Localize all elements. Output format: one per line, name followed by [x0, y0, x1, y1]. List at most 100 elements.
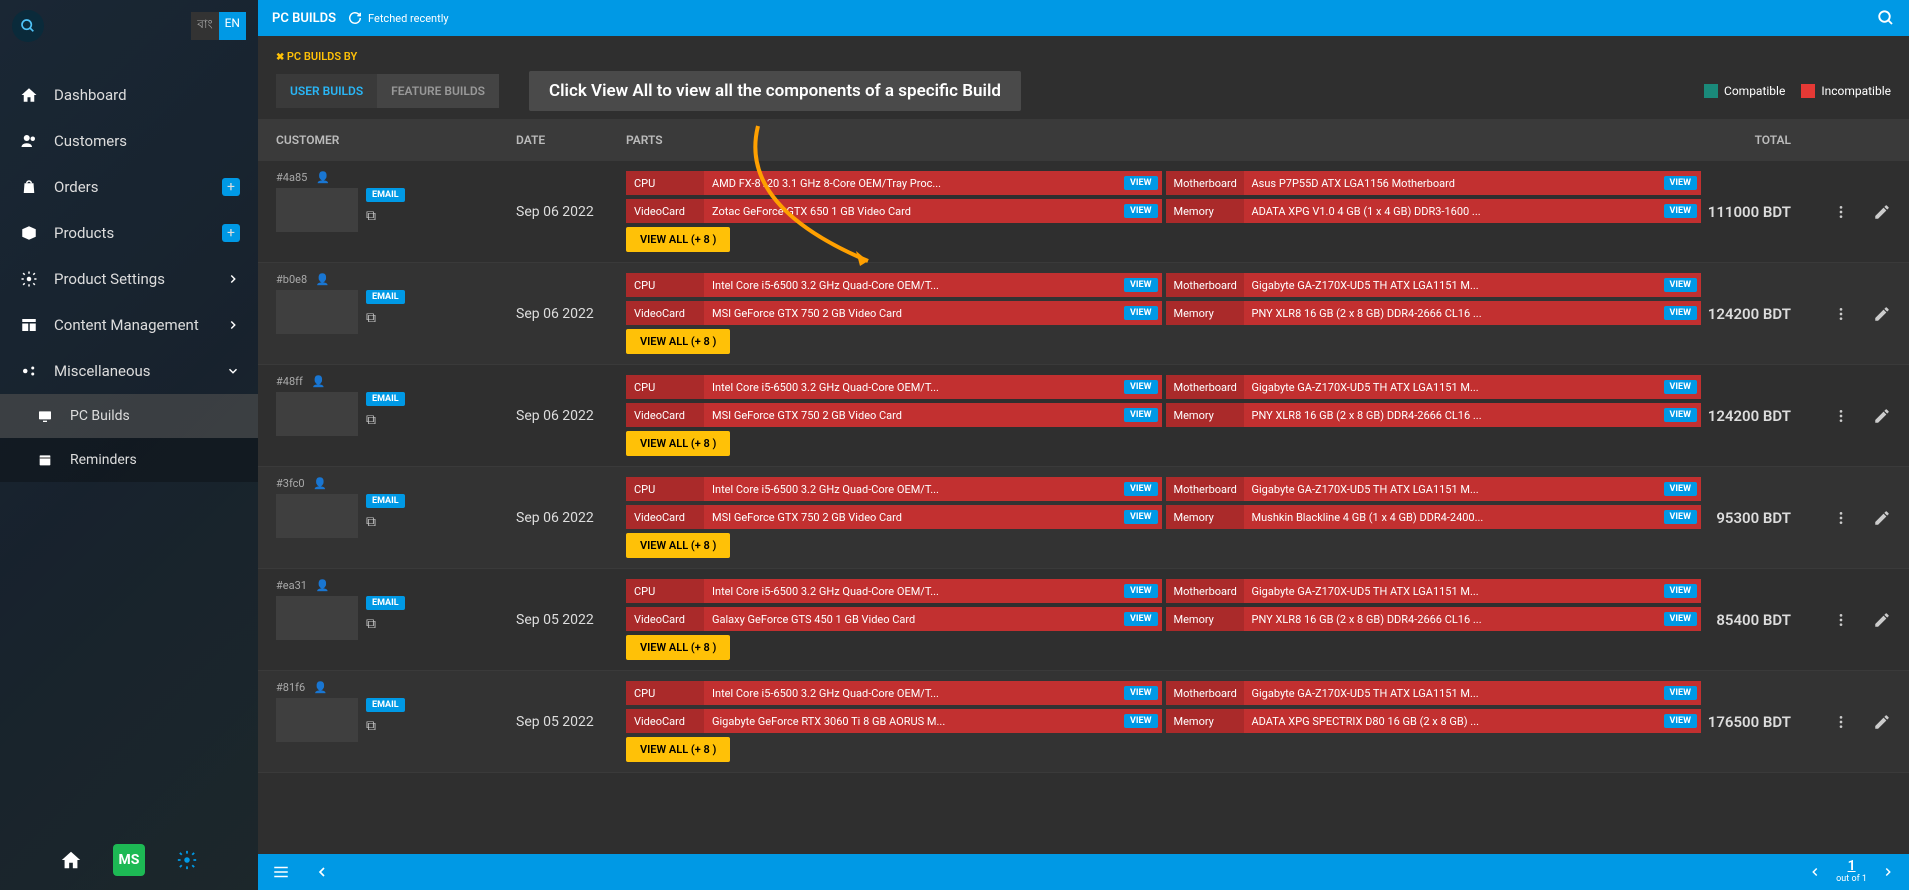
nav-miscellaneous[interactable]: Miscellaneous [0, 348, 258, 394]
part-chip: VideoCard MSI GeForce GTX 750 2 GB Video… [626, 403, 1162, 427]
part-view-button[interactable]: VIEW [1664, 278, 1697, 292]
edit-button[interactable] [1873, 305, 1891, 323]
email-badge[interactable]: EMAIL [366, 494, 405, 508]
misc-icon [18, 362, 40, 380]
copy-icon[interactable]: ⧉ [366, 718, 376, 734]
view-all-button[interactable]: VIEW ALL (+ 8 ) [626, 737, 730, 762]
part-view-button[interactable]: VIEW [1664, 714, 1697, 728]
part-type-label: Memory [1166, 505, 1244, 529]
more-button[interactable] [1833, 510, 1849, 526]
part-view-button[interactable]: VIEW [1664, 510, 1697, 524]
part-view-button[interactable]: VIEW [1124, 278, 1157, 292]
nav-customers[interactable]: Customers [0, 118, 258, 164]
add-product-button[interactable]: + [222, 224, 240, 242]
part-name-label: Galaxy GeForce GTS 450 1 GB Video Card [704, 613, 1124, 626]
refresh-button[interactable]: Fetched recently [348, 11, 449, 25]
part-name-label: Intel Core i5-6500 3.2 GHz Quad-Core OEM… [704, 585, 1124, 598]
edit-button[interactable] [1873, 611, 1891, 629]
copy-icon[interactable]: ⧉ [366, 412, 376, 428]
more-button[interactable] [1833, 408, 1849, 424]
part-view-button[interactable]: VIEW [1124, 510, 1157, 524]
copy-icon[interactable]: ⧉ [366, 616, 376, 632]
customer-id: #3fc0 👤 [276, 477, 516, 490]
view-all-button[interactable]: VIEW ALL (+ 8 ) [626, 227, 730, 252]
user-icon: 👤 [311, 477, 327, 490]
more-button[interactable] [1833, 204, 1849, 220]
edit-button[interactable] [1873, 407, 1891, 425]
part-view-button[interactable]: VIEW [1664, 408, 1697, 422]
menu-button[interactable] [272, 863, 290, 881]
tab-feature-builds[interactable]: FEATURE BUILDS [377, 74, 499, 108]
edit-button[interactable] [1873, 713, 1891, 731]
part-view-button[interactable]: VIEW [1664, 306, 1697, 320]
part-name-label: PNY XLR8 16 GB (2 x 8 GB) DDR4-2666 CL16… [1244, 307, 1664, 320]
part-view-button[interactable]: VIEW [1124, 584, 1157, 598]
top-search-button[interactable] [1877, 9, 1895, 27]
total-cell: 124200 BDT [1701, 375, 1791, 456]
nav-products[interactable]: Products + [0, 210, 258, 256]
nav-reminders[interactable]: Reminders [0, 438, 258, 482]
chevron-down-icon [226, 364, 240, 378]
part-view-button[interactable]: VIEW [1664, 584, 1697, 598]
settings-button[interactable] [173, 846, 201, 874]
more-button[interactable] [1833, 306, 1849, 322]
view-all-button[interactable]: VIEW ALL (+ 8 ) [626, 329, 730, 354]
view-all-button[interactable]: VIEW ALL (+ 8 ) [626, 533, 730, 558]
part-type-label: Motherboard [1166, 273, 1244, 297]
nav-pc-builds[interactable]: PC Builds [0, 394, 258, 438]
part-view-button[interactable]: VIEW [1664, 204, 1697, 218]
more-button[interactable] [1833, 612, 1849, 628]
copy-icon[interactable]: ⧉ [366, 514, 376, 530]
email-badge[interactable]: EMAIL [366, 698, 405, 712]
part-view-button[interactable]: VIEW [1124, 686, 1157, 700]
part-view-button[interactable]: VIEW [1664, 612, 1697, 626]
email-badge[interactable]: EMAIL [366, 290, 405, 304]
copy-icon[interactable]: ⧉ [366, 208, 376, 224]
edit-button[interactable] [1873, 203, 1891, 221]
home-button[interactable] [57, 846, 85, 874]
part-view-button[interactable]: VIEW [1124, 408, 1157, 422]
part-view-button[interactable]: VIEW [1124, 380, 1157, 394]
legend-incompatible-label: Incompatible [1821, 84, 1891, 98]
part-view-button[interactable]: VIEW [1664, 176, 1697, 190]
part-view-button[interactable]: VIEW [1124, 176, 1157, 190]
part-view-button[interactable]: VIEW [1664, 482, 1697, 496]
copy-icon[interactable]: ⧉ [366, 310, 376, 326]
user-icon: 👤 [309, 375, 325, 388]
nav-product-settings[interactable]: Product Settings [0, 256, 258, 302]
user-icon: 👤 [313, 273, 329, 286]
page-prev-button[interactable] [1808, 865, 1822, 879]
sidebar-search-button[interactable] [12, 10, 44, 42]
part-name-label: AMD FX-8120 3.1 GHz 8-Core OEM/Tray Proc… [704, 177, 1124, 190]
edit-button[interactable] [1873, 509, 1891, 527]
lang-en-button[interactable]: EN [219, 12, 246, 40]
email-badge[interactable]: EMAIL [366, 392, 405, 406]
lang-bn-button[interactable]: বাং [191, 12, 218, 40]
page-next-button[interactable] [1881, 865, 1895, 879]
more-button[interactable] [1833, 714, 1849, 730]
part-view-button[interactable]: VIEW [1124, 714, 1157, 728]
nav-content-management[interactable]: Content Management [0, 302, 258, 348]
part-view-button[interactable]: VIEW [1124, 204, 1157, 218]
email-badge[interactable]: EMAIL [366, 188, 405, 202]
back-button[interactable] [314, 864, 330, 880]
view-all-button[interactable]: VIEW ALL (+ 8 ) [626, 431, 730, 456]
nav-orders[interactable]: Orders + [0, 164, 258, 210]
add-order-button[interactable]: + [222, 178, 240, 196]
brand-logo[interactable]: MS [113, 844, 145, 876]
part-view-button[interactable]: VIEW [1124, 306, 1157, 320]
email-badge[interactable]: EMAIL [366, 596, 405, 610]
total-cell: 85400 BDT [1701, 579, 1791, 660]
nav-label: Reminders [70, 452, 137, 468]
nav-dashboard[interactable]: Dashboard [0, 72, 258, 118]
part-view-button[interactable]: VIEW [1664, 686, 1697, 700]
customer-avatar [276, 596, 358, 640]
part-view-button[interactable]: VIEW [1664, 380, 1697, 394]
part-view-button[interactable]: VIEW [1124, 482, 1157, 496]
total-cell: 111000 BDT [1701, 171, 1791, 252]
box-icon [18, 224, 40, 242]
breadcrumb[interactable]: PC BUILDS BY [276, 50, 1891, 63]
tab-user-builds[interactable]: USER BUILDS [276, 74, 377, 108]
part-view-button[interactable]: VIEW [1124, 612, 1157, 626]
view-all-button[interactable]: VIEW ALL (+ 8 ) [626, 635, 730, 660]
